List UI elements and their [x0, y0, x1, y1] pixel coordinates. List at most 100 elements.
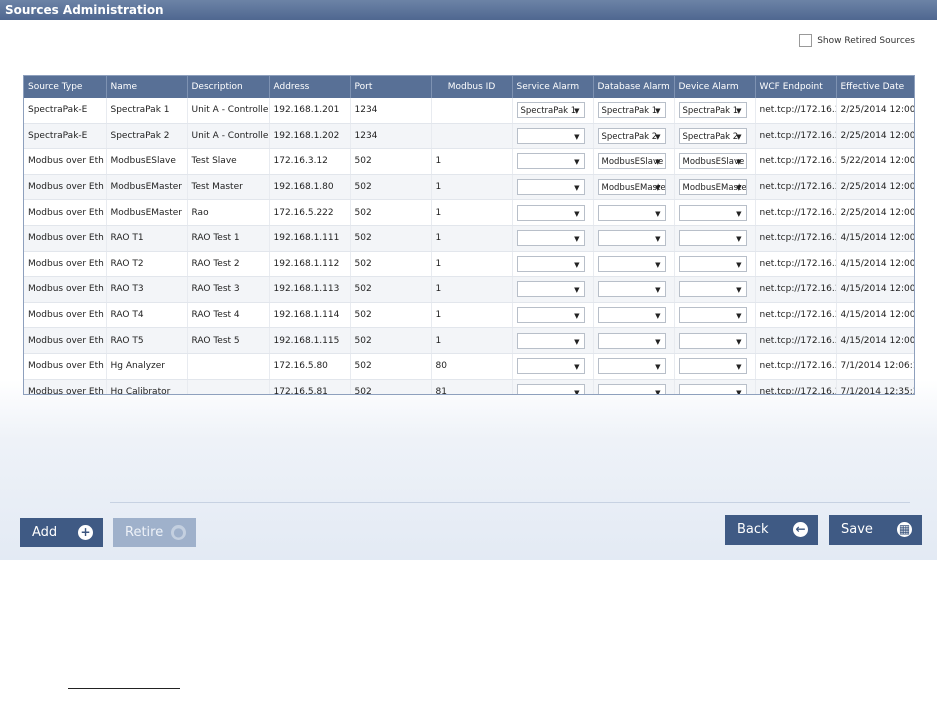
column-header[interactable]: Port: [350, 76, 432, 98]
column-header[interactable]: WCF Endpoint: [755, 76, 837, 98]
cell-wcf: net.tcp://172.16.3: [755, 199, 837, 226]
db-alarm-dropdown[interactable]: ▼: [597, 358, 666, 375]
cell-db: ▼: [593, 302, 675, 329]
show-retired-option[interactable]: Show Retired Sources: [799, 34, 915, 47]
column-header[interactable]: Service Alarm: [512, 76, 594, 98]
cell-dev: ▼: [674, 276, 756, 303]
column-header[interactable]: Database Alarm: [593, 76, 675, 98]
table-row[interactable]: SpectraPak-E SpectraPak 2 Unit A - Control…: [24, 123, 914, 150]
db-alarm-dropdown[interactable]: SpectraPak 1 ▼: [597, 102, 666, 119]
dev-alarm-dropdown[interactable]: SpectraPak 1 ▼: [678, 102, 747, 119]
db-alarm-dropdown[interactable]: ▼: [597, 281, 666, 298]
cell-svc: ▼: [512, 174, 594, 201]
svc-alarm-dropdown[interactable]: ▼: [516, 307, 585, 324]
cell-type: Modbus over Eth: [24, 199, 107, 226]
db-alarm-dropdown[interactable]: ▼: [597, 332, 666, 349]
dev-alarm-dropdown[interactable]: ModbusESlave ▼: [678, 153, 747, 170]
svc-alarm-dropdown[interactable]: ▼: [516, 383, 585, 394]
dev-alarm-dropdown[interactable]: ▼: [678, 230, 747, 247]
db-alarm-dropdown[interactable]: ▼: [597, 204, 666, 221]
chevron-down-icon: ▼: [574, 363, 580, 372]
db-alarm-dropdown[interactable]: ▼: [597, 383, 666, 394]
svc-alarm-dropdown[interactable]: ▼: [516, 204, 585, 221]
dev-alarm-dropdown[interactable]: ▼: [678, 204, 747, 221]
cell-type: SpectraPak-E: [24, 98, 107, 124]
table-row[interactable]: Modbus over Eth RAO T4 RAO Test 4 192.168.1…: [24, 302, 914, 329]
cell-desc: Test Master: [187, 174, 270, 201]
column-header[interactable]: Device Alarm: [674, 76, 756, 98]
dev-alarm-dropdown[interactable]: ModbusEMaster ▼: [678, 179, 747, 196]
dev-alarm-dropdown[interactable]: SpectraPak 2 ▼: [678, 127, 747, 144]
cell-desc: RAO Test 2: [187, 251, 270, 278]
add-button[interactable]: Add +: [20, 518, 103, 547]
cell-addr: 192.168.1.80: [269, 174, 351, 201]
dev-alarm-dropdown[interactable]: ▼: [678, 281, 747, 298]
chevron-down-icon: ▼: [574, 158, 580, 167]
chevron-down-icon: ▼: [655, 184, 661, 193]
cell-db: ▼: [593, 225, 675, 252]
cell-desc: Unit A - Controlle: [187, 123, 270, 150]
table-row[interactable]: Modbus over Eth RAO T1 RAO Test 1 192.168.1…: [24, 225, 914, 252]
retire-button[interactable]: Retire ●: [113, 518, 196, 547]
cell-modbus: 1: [431, 174, 513, 201]
table-row[interactable]: Modbus over Eth ModbusEMaster Test Master 1…: [24, 174, 914, 201]
column-header[interactable]: Modbus ID: [431, 76, 513, 98]
dropdown-value: ModbusESlave: [682, 157, 745, 168]
db-alarm-dropdown[interactable]: ModbusESlave ▼: [597, 153, 666, 170]
dev-alarm-dropdown[interactable]: ▼: [678, 332, 747, 349]
table-row[interactable]: Modbus over Eth RAO T2 RAO Test 2 192.168.1…: [24, 251, 914, 278]
column-header[interactable]: Effective Date: [836, 76, 914, 98]
column-header[interactable]: Name: [106, 76, 188, 98]
cell-date: 4/15/2014 12:00:0: [836, 251, 914, 278]
column-header[interactable]: Address: [269, 76, 351, 98]
table-row[interactable]: Modbus over Eth RAO T5 RAO Test 5 192.168.1…: [24, 327, 914, 354]
db-alarm-dropdown[interactable]: ModbusEMaster ▼: [597, 179, 666, 196]
table-row[interactable]: Modbus over Eth Hg Analyzer 172.16.5.80 502…: [24, 353, 914, 380]
chevron-down-icon: ▼: [574, 184, 580, 193]
dev-alarm-dropdown[interactable]: ▼: [678, 358, 747, 375]
dev-alarm-dropdown[interactable]: ▼: [678, 383, 747, 394]
cell-name: SpectraPak 2: [106, 123, 188, 150]
db-alarm-dropdown[interactable]: SpectraPak 2 ▼: [597, 127, 666, 144]
cell-modbus: 1: [431, 225, 513, 252]
save-button[interactable]: Save ▦: [829, 515, 922, 545]
cell-svc: ▼: [512, 251, 594, 278]
chevron-down-icon: ▼: [655, 235, 661, 244]
svc-alarm-dropdown[interactable]: ▼: [516, 332, 585, 349]
table-row[interactable]: Modbus over Eth Hg Calibrator 172.16.5.81 5…: [24, 379, 914, 394]
svc-alarm-dropdown[interactable]: ▼: [516, 179, 585, 196]
plus-icon: +: [78, 525, 93, 540]
svc-alarm-dropdown[interactable]: ▼: [516, 127, 585, 144]
table-row[interactable]: Modbus over Eth ModbusESlave Test Slave 172…: [24, 148, 914, 175]
cell-db: SpectraPak 1 ▼: [593, 98, 675, 124]
cell-dev: ▼: [674, 225, 756, 252]
cell-addr: 172.16.5.222: [269, 199, 351, 226]
column-header[interactable]: Description: [187, 76, 270, 98]
cell-wcf: net.tcp://172.16.3: [755, 225, 837, 252]
dev-alarm-dropdown[interactable]: ▼: [678, 307, 747, 324]
svc-alarm-dropdown[interactable]: ▼: [516, 358, 585, 375]
db-alarm-dropdown[interactable]: ▼: [597, 230, 666, 247]
table-row[interactable]: Modbus over Eth ModbusEMaster Rao 172.16.5.…: [24, 199, 914, 226]
cell-db: ▼: [593, 353, 675, 380]
table-row[interactable]: Modbus over Eth RAO T3 RAO Test 3 192.168.1…: [24, 276, 914, 303]
svc-alarm-dropdown[interactable]: ▼: [516, 153, 585, 170]
cell-modbus: 1: [431, 148, 513, 175]
db-alarm-dropdown[interactable]: ▼: [597, 255, 666, 272]
svc-alarm-dropdown[interactable]: SpectraPak 1 ▼: [516, 102, 585, 119]
table-row[interactable]: SpectraPak-E SpectraPak 1 Unit A - Control…: [24, 98, 914, 124]
cell-modbus: 80: [431, 353, 513, 380]
cell-svc: ▼: [512, 123, 594, 150]
cell-type: SpectraPak-E: [24, 123, 107, 150]
show-retired-checkbox[interactable]: [799, 34, 813, 47]
cell-wcf: net.tcp://172.16.3: [755, 174, 837, 201]
dev-alarm-dropdown[interactable]: ▼: [678, 255, 747, 272]
cell-date: 5/22/2014 12:00:0: [836, 148, 914, 175]
svc-alarm-dropdown[interactable]: ▼: [516, 230, 585, 247]
back-button[interactable]: Back ←: [725, 515, 818, 545]
dropdown-value: SpectraPak 1: [682, 106, 739, 117]
svc-alarm-dropdown[interactable]: ▼: [516, 255, 585, 272]
svc-alarm-dropdown[interactable]: ▼: [516, 281, 585, 298]
column-header[interactable]: Source Type: [24, 76, 107, 98]
db-alarm-dropdown[interactable]: ▼: [597, 307, 666, 324]
